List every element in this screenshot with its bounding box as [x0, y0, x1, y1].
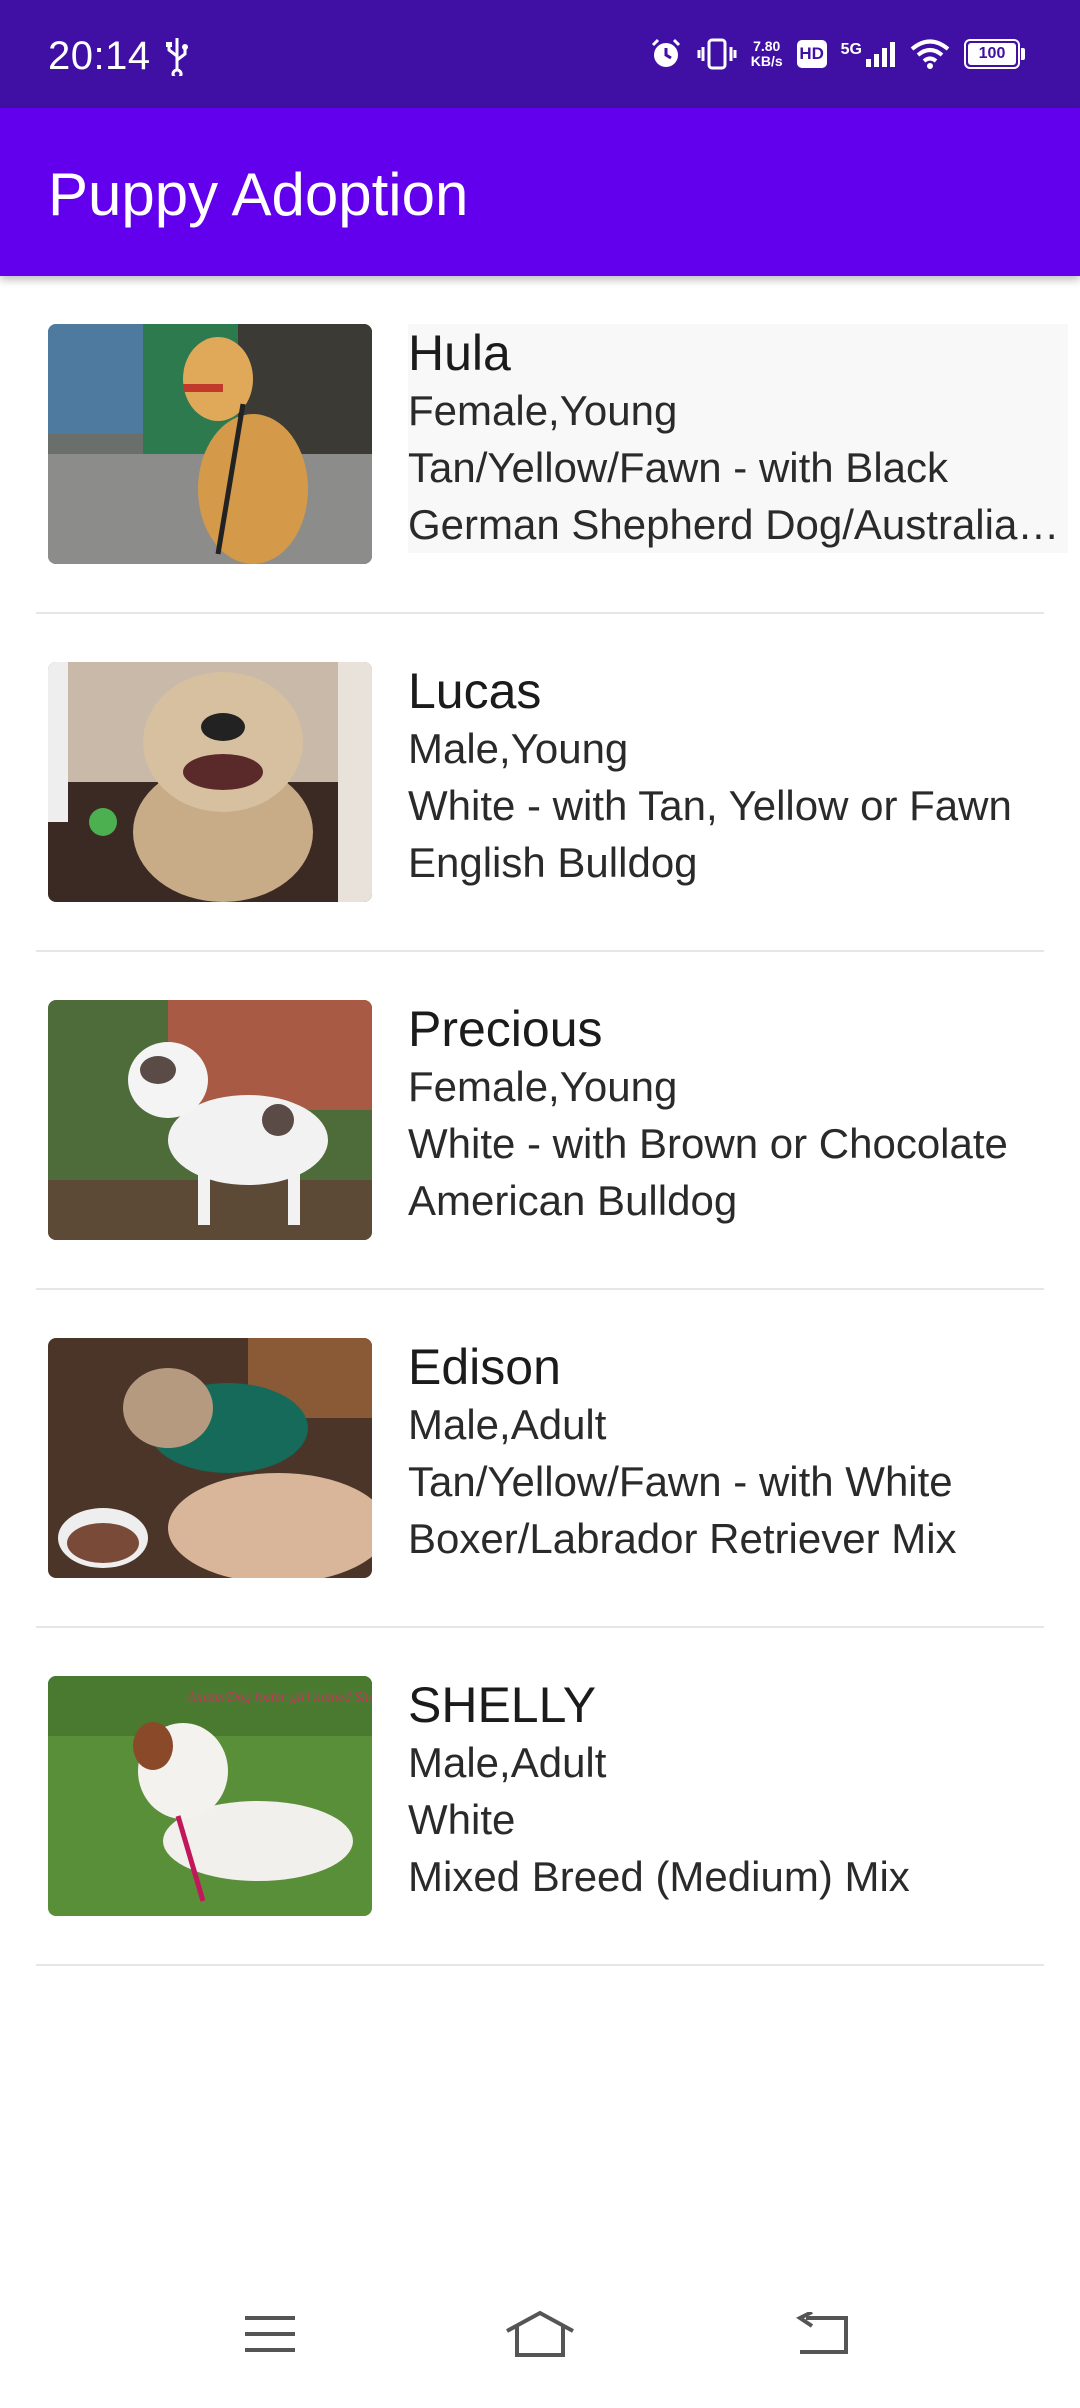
list-item[interactable]: Edison Male,Adult Tan/Yellow/Fawn - with…: [36, 1290, 1044, 1628]
list-item[interactable]: Precious Female,Young White - with Brown…: [36, 952, 1044, 1290]
list-item[interactable]: AmsterDog foster girl named Shelly SHELL…: [36, 1628, 1044, 1966]
pet-info: SHELLY Male,Adult White Mixed Breed (Med…: [408, 1676, 1068, 1905]
menu-icon[interactable]: [230, 2304, 310, 2364]
pet-name: Edison: [408, 1339, 561, 1395]
pet-info: Lucas Male,Young White - with Tan, Yello…: [408, 662, 1068, 891]
pet-color: White: [408, 1796, 516, 1843]
pet-photo: [48, 1338, 372, 1578]
app-bar: Puppy Adoption: [0, 108, 1080, 276]
pet-color: White - with Tan, Yellow or Fawn: [408, 782, 1012, 829]
pet-breed: American Bulldog: [408, 1177, 738, 1224]
pet-info: Precious Female,Young White - with Brown…: [408, 1000, 1068, 1229]
pet-info: Edison Male,Adult Tan/Yellow/Fawn - with…: [408, 1338, 1068, 1567]
pet-info: Hula Female,Young Tan/Yellow/Fawn - with…: [408, 324, 1068, 553]
net-speed: 7.80 KB/s: [750, 38, 783, 69]
pet-name: Lucas: [408, 663, 542, 719]
signal-icon: 5G: [841, 41, 896, 67]
network-type: 5G: [840, 41, 862, 58]
alarm-icon: [649, 37, 683, 71]
pet-gender-age: Female,Young: [408, 387, 678, 434]
pet-photo: [48, 662, 372, 902]
pet-photo: AmsterDog foster girl named Shelly: [48, 1676, 372, 1916]
home-icon[interactable]: [500, 2304, 580, 2364]
pet-gender-age: Male,Young: [408, 725, 629, 772]
battery-icon: 100: [964, 39, 1025, 69]
pet-name: Hula: [408, 325, 511, 381]
status-bar: 20:14 7.80 KB/s HD 5G 100: [0, 0, 1080, 108]
pet-breed: English Bulldog: [408, 839, 698, 886]
pet-name: Precious: [408, 1001, 603, 1057]
pet-gender-age: Male,Adult: [408, 1401, 607, 1448]
status-time: 20:14: [48, 34, 151, 78]
pet-list[interactable]: Hula Female,Young Tan/Yellow/Fawn - with…: [0, 276, 1080, 1966]
hd-badge: HD: [796, 40, 827, 68]
photo-caption: AmsterDog foster girl named Shelly: [186, 1690, 372, 1705]
pet-breed: German Shepherd Dog/Australian Shepherd …: [408, 501, 1068, 548]
list-item[interactable]: Lucas Male,Young White - with Tan, Yello…: [36, 614, 1044, 952]
pet-breed: Boxer/Labrador Retriever Mix: [408, 1515, 957, 1562]
pet-color: Tan/Yellow/Fawn - with Black: [408, 444, 949, 491]
pet-gender-age: Female,Young: [408, 1063, 678, 1110]
page-title: Puppy Adoption: [48, 161, 469, 228]
pet-color: Tan/Yellow/Fawn - with White: [408, 1458, 953, 1505]
pet-breed: Mixed Breed (Medium) Mix: [408, 1853, 910, 1900]
list-item[interactable]: Hula Female,Young Tan/Yellow/Fawn - with…: [36, 276, 1068, 614]
pet-photo: [48, 1000, 372, 1240]
pet-name: SHELLY: [408, 1677, 597, 1733]
status-icons: 7.80 KB/s HD 5G 100: [649, 28, 1025, 80]
back-icon[interactable]: [782, 2304, 862, 2364]
vibrate-icon: [697, 37, 737, 71]
system-nav-bar: [0, 2278, 1080, 2408]
battery-level: 100: [978, 45, 1006, 62]
wifi-icon: [910, 38, 950, 70]
pet-gender-age: Male,Adult: [408, 1739, 607, 1786]
pet-color: White - with Brown or Chocolate: [408, 1120, 1008, 1167]
usb-icon: [162, 36, 192, 80]
pet-photo: [48, 324, 372, 564]
